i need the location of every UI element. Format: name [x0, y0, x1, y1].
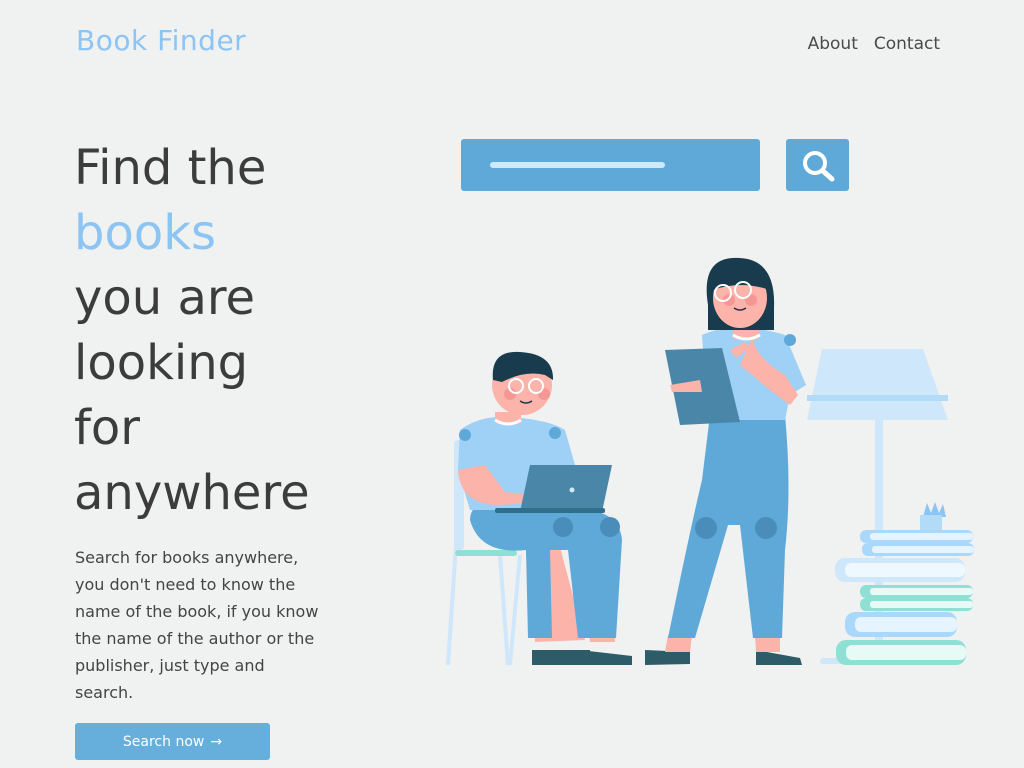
top-nav: About Contact [808, 34, 940, 54]
search-now-button[interactable]: Search now → [75, 723, 270, 760]
headline-line: Find the [74, 140, 267, 196]
headline-line: for [74, 400, 140, 456]
hero-headline: Find the books you are looking for anywh… [74, 136, 434, 526]
logo[interactable]: Book Finder [76, 24, 246, 57]
nav-link-contact[interactable]: Contact [874, 34, 940, 54]
headline-highlight: books [74, 205, 217, 261]
cta-label: Search now [122, 733, 205, 750]
hero-description: Search for books anywhere, you don't nee… [75, 548, 319, 702]
hero-illustration [446, 139, 974, 666]
standing-reader-illustration [645, 257, 806, 665]
seated-reader-illustration [458, 351, 632, 665]
book-stack-illustration [835, 502, 974, 665]
nav-link-about[interactable]: About [808, 34, 858, 54]
headline-line: looking [74, 335, 249, 391]
headline-line: you are [74, 270, 256, 326]
illustration-search-line [490, 162, 665, 168]
headline-line: anywhere [74, 465, 310, 521]
magnifier-icon [786, 139, 849, 191]
arrow-right-icon: → [210, 733, 223, 750]
